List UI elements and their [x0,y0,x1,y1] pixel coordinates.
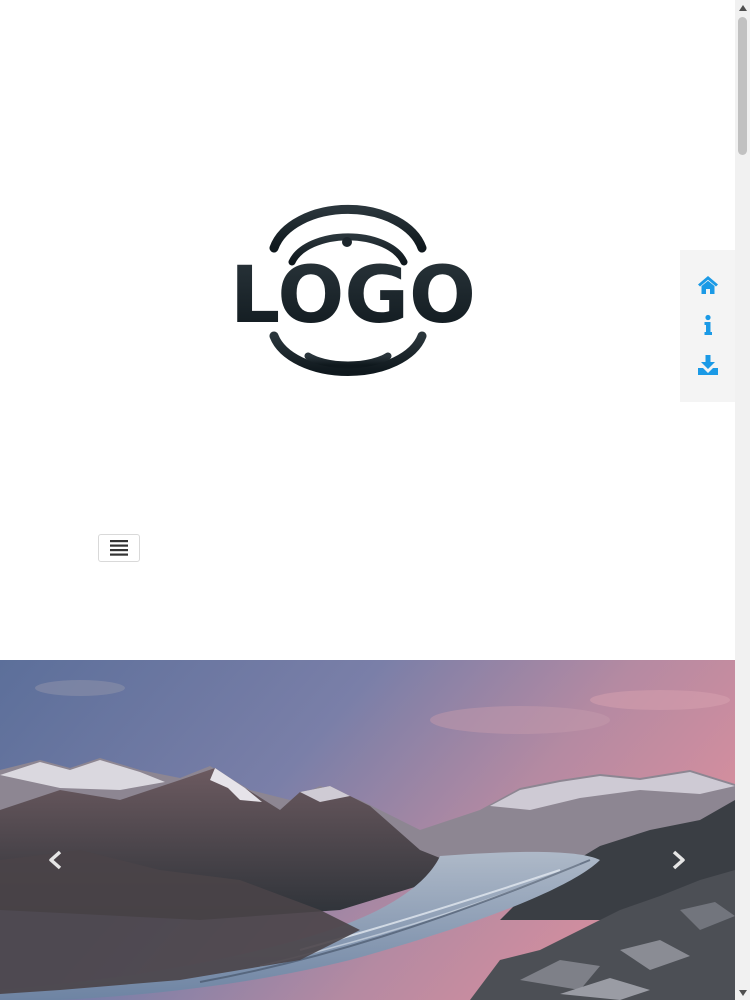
quick-link-download[interactable] [680,345,735,385]
carousel-next-button[interactable] [664,845,694,875]
triangle-up-icon [738,4,747,11]
hamburger-menu-icon [110,540,128,556]
carousel-prev-button[interactable] [40,845,70,875]
scroll-down-button[interactable] [735,985,750,1000]
logo-wordmark: LOGO [230,251,476,341]
navbar-toggle-button[interactable] [98,534,140,562]
quick-link-home[interactable] [680,265,735,305]
chevron-right-icon [672,850,685,870]
page-scrollbar[interactable] [735,0,750,1000]
page: LOGO [0,0,735,1000]
home-icon [697,276,718,294]
download-icon [697,355,718,375]
scrollbar-thumb[interactable] [738,17,747,155]
quick-links-bar [680,250,735,402]
info-icon [704,314,712,335]
hero-carousel [0,660,735,1000]
site-logo[interactable]: LOGO [226,196,480,384]
chevron-left-icon [49,850,62,870]
triangle-down-icon [738,989,747,996]
scroll-up-button[interactable] [735,0,750,15]
quick-link-info[interactable] [680,305,735,345]
carousel-slide-image [0,660,735,1000]
